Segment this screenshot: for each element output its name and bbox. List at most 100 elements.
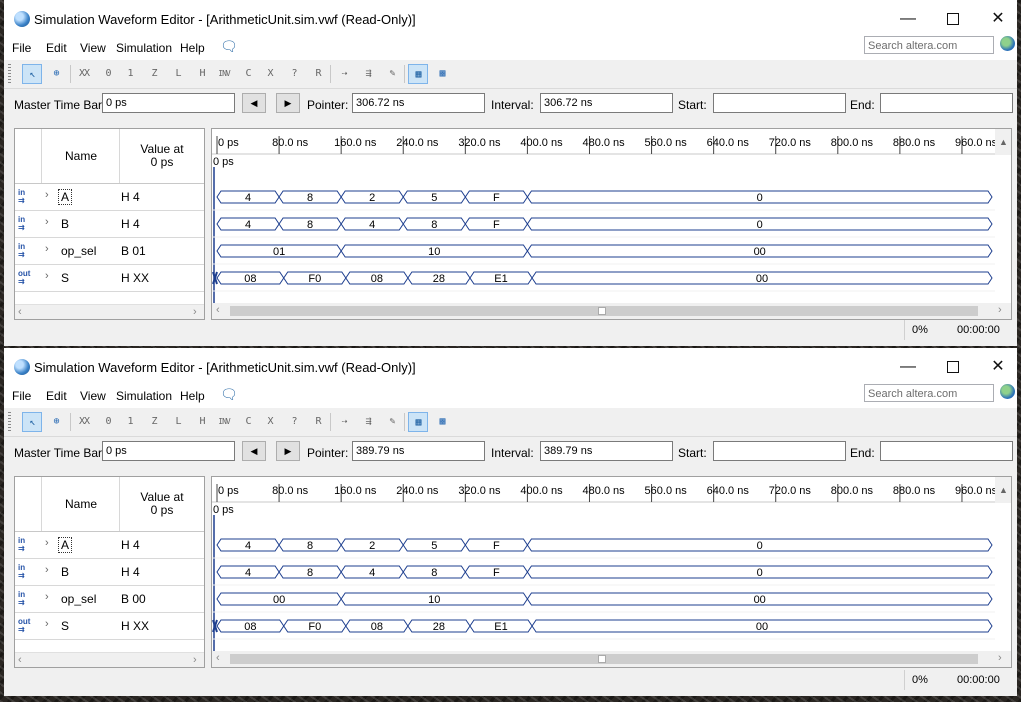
- menu-view[interactable]: View: [80, 41, 106, 55]
- force-low-icon[interactable]: 0: [98, 412, 118, 432]
- signal-row[interactable]: in ⇉ › A H 4: [15, 531, 204, 559]
- waveform-panel[interactable]: 0 ps 80.0 ns 160.0 ns 240.0 ns 320.0 ns 400.0…: [211, 128, 1012, 320]
- expand-icon[interactable]: ›: [45, 618, 49, 630]
- waveform-panel[interactable]: 0 ps 80.0 ns 160.0 ns 240.0 ns 320.0 ns 400.0…: [211, 476, 1012, 668]
- menu-edit[interactable]: Edit: [46, 389, 67, 403]
- end-field[interactable]: [880, 441, 1013, 461]
- zoom-tool-icon[interactable]: ⊕: [46, 64, 66, 84]
- invert-icon[interactable]: INV: [214, 64, 234, 84]
- master-time-bar-field[interactable]: 0 ps: [102, 441, 235, 461]
- interval-field[interactable]: 306.72 ns: [540, 93, 673, 113]
- weak-low-icon[interactable]: L: [168, 412, 188, 432]
- prev-transition-button[interactable]: ◀: [242, 93, 266, 113]
- weak-high-icon[interactable]: H: [192, 64, 212, 84]
- expand-icon[interactable]: ›: [45, 189, 49, 201]
- random-value-icon[interactable]: R: [308, 412, 328, 432]
- start-field[interactable]: [713, 93, 846, 113]
- arbitrary-value-icon[interactable]: ?: [284, 64, 304, 84]
- signal-row[interactable]: out ⇉ › S H XX: [15, 264, 204, 292]
- signal-row[interactable]: in ⇉ › A H 4: [15, 183, 204, 211]
- signal-name[interactable]: S: [61, 271, 69, 285]
- signal-name[interactable]: A: [57, 537, 73, 553]
- signal-name[interactable]: S: [61, 619, 69, 633]
- signal-name[interactable]: A: [57, 189, 73, 205]
- prev-transition-button[interactable]: ◀: [242, 441, 266, 461]
- high-impedance-icon[interactable]: Z: [144, 64, 164, 84]
- force-low-icon[interactable]: 0: [98, 64, 118, 84]
- grid-view-icon[interactable]: ▦: [408, 64, 428, 84]
- random-value-icon[interactable]: R: [308, 64, 328, 84]
- expand-icon[interactable]: ›: [45, 564, 49, 576]
- signal-row[interactable]: in ⇉ › op_sel B 01: [15, 237, 204, 265]
- expand-icon[interactable]: ›: [45, 537, 49, 549]
- waveform-vertical-scrollbar[interactable]: ▲: [995, 477, 1011, 503]
- next-transition-button[interactable]: ▶: [276, 93, 300, 113]
- name-column-header[interactable]: Name: [41, 129, 120, 183]
- menu-file[interactable]: File: [12, 389, 31, 403]
- waveform-canvas[interactable]: 0 ps 80.0 ns 160.0 ns 240.0 ns 320.0 ns 400.0…: [212, 477, 1011, 651]
- master-time-bar-field[interactable]: 0 ps: [102, 93, 235, 113]
- expand-icon[interactable]: ›: [45, 216, 49, 228]
- search-input[interactable]: Search altera.com: [864, 36, 994, 54]
- clock-icon[interactable]: X: [260, 64, 280, 84]
- weak-high-icon[interactable]: H: [192, 412, 212, 432]
- signal-row[interactable]: in ⇉ › op_sel B 00: [15, 585, 204, 613]
- menu-view[interactable]: View: [80, 389, 106, 403]
- start-field[interactable]: [713, 441, 846, 461]
- menu-simulation[interactable]: Simulation: [116, 41, 172, 55]
- menu-simulation[interactable]: Simulation: [116, 389, 172, 403]
- weak-low-icon[interactable]: L: [168, 64, 188, 84]
- value-column-header[interactable]: Value at 0 ps: [119, 129, 204, 183]
- pointer-field[interactable]: 306.72 ns: [352, 93, 485, 113]
- invert-icon[interactable]: INV: [214, 412, 234, 432]
- edit-time-icon[interactable]: ✎: [382, 64, 402, 84]
- globe-icon[interactable]: [1000, 384, 1015, 399]
- signal-row[interactable]: in ⇉ › B H 4: [15, 210, 204, 238]
- signal-row[interactable]: in ⇉ › B H 4: [15, 558, 204, 586]
- force-unknown-icon[interactable]: XX: [74, 64, 94, 84]
- interval-field[interactable]: 389.79 ns: [540, 441, 673, 461]
- menu-help[interactable]: Help: [180, 41, 205, 55]
- insert-time-icon[interactable]: ⇶: [358, 64, 378, 84]
- arbitrary-value-icon[interactable]: ?: [284, 412, 304, 432]
- feedback-icon[interactable]: 🗨: [220, 386, 238, 403]
- selection-tool-icon[interactable]: ↖: [22, 412, 42, 432]
- signal-row[interactable]: out ⇉ › S H XX: [15, 612, 204, 640]
- feedback-icon[interactable]: 🗨: [220, 38, 238, 55]
- value-column-header[interactable]: Value at 0 ps: [119, 477, 204, 531]
- count-value-icon[interactable]: C: [238, 412, 258, 432]
- expand-icon[interactable]: ›: [45, 270, 49, 282]
- menu-help[interactable]: Help: [180, 389, 205, 403]
- snap-icon[interactable]: ⇢: [334, 412, 354, 432]
- name-panel-scrollbar[interactable]: ‹ ›: [15, 652, 204, 667]
- edit-time-icon[interactable]: ✎: [382, 412, 402, 432]
- count-value-icon[interactable]: C: [238, 64, 258, 84]
- maximize-button[interactable]: [933, 6, 973, 32]
- snap-icon[interactable]: ⇢: [334, 64, 354, 84]
- insert-time-icon[interactable]: ⇶: [358, 412, 378, 432]
- close-button[interactable]: ✕: [978, 6, 1017, 32]
- waveform-vertical-scrollbar[interactable]: ▲: [995, 129, 1011, 155]
- close-button[interactable]: ✕: [978, 354, 1017, 380]
- menu-edit[interactable]: Edit: [46, 41, 67, 55]
- force-unknown-icon[interactable]: XX: [74, 412, 94, 432]
- expand-icon[interactable]: ›: [45, 591, 49, 603]
- high-impedance-icon[interactable]: Z: [144, 412, 164, 432]
- signal-name[interactable]: B: [61, 565, 69, 579]
- minimize-button[interactable]: —: [888, 6, 928, 32]
- force-high-icon[interactable]: 1: [120, 64, 140, 84]
- pointer-field[interactable]: 389.79 ns: [352, 441, 485, 461]
- signal-name[interactable]: op_sel: [61, 244, 96, 258]
- zoom-tool-icon[interactable]: ⊕: [46, 412, 66, 432]
- grid-view-icon[interactable]: ▦: [408, 412, 428, 432]
- expand-icon[interactable]: ›: [45, 243, 49, 255]
- waveform-horizontal-scrollbar[interactable]: ‹ ›: [212, 651, 1011, 667]
- group-icon[interactable]: ▩: [432, 412, 452, 432]
- name-column-header[interactable]: Name: [41, 477, 120, 531]
- next-transition-button[interactable]: ▶: [276, 441, 300, 461]
- maximize-button[interactable]: [933, 354, 973, 380]
- minimize-button[interactable]: —: [888, 354, 928, 380]
- waveform-canvas[interactable]: 0 ps 80.0 ns 160.0 ns 240.0 ns 320.0 ns 400.0…: [212, 129, 1011, 303]
- group-icon[interactable]: ▩: [432, 64, 452, 84]
- clock-icon[interactable]: X: [260, 412, 280, 432]
